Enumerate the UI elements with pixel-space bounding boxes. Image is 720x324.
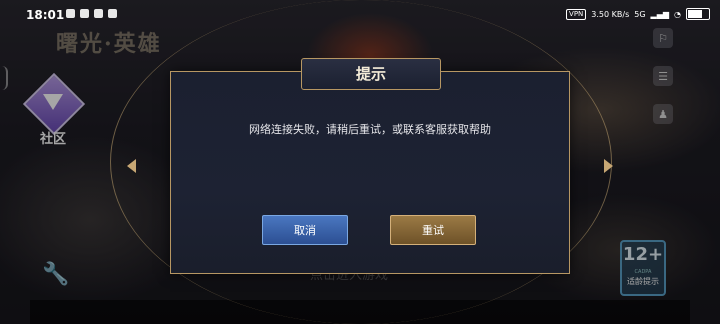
dialog-message: 网络连接失败，请稍后重试，或联系客服获取帮助 (249, 123, 491, 136)
retry-button[interactable]: 重试 (390, 215, 476, 245)
wifi-icon: ◔ (674, 9, 681, 19)
right-ornament-arrow (604, 159, 613, 173)
dialog-title: 提示 (355, 65, 386, 83)
signal-type: 5G (634, 9, 646, 19)
app-notification-icon (66, 9, 75, 18)
mail-notification-icon (94, 9, 103, 18)
network-speed: 3.50 KB/s (591, 9, 630, 19)
battery-icon (686, 8, 710, 20)
alert-dialog: 提示 网络连接失败，请稍后重试，或联系客服获取帮助 取消 重试 (127, 58, 613, 274)
dialog-title-tab: 提示 (301, 58, 441, 90)
left-ornament-arrow (127, 159, 136, 173)
message-notification-icon (80, 9, 89, 18)
signal-icon: ▂▄▆ (650, 9, 670, 19)
notification-icons (66, 9, 117, 18)
translate-notification-icon (108, 9, 117, 18)
status-right: VPN 3.50 KB/s 5G ▂▄▆ ◔ (566, 8, 710, 20)
vpn-badge: VPN (566, 8, 587, 20)
status-bar: 18:01 VPN 3.50 KB/s 5G ▂▄▆ ◔ (0, 0, 720, 30)
cancel-button[interactable]: 取消 (262, 215, 348, 245)
status-time: 18:01 (26, 8, 65, 22)
